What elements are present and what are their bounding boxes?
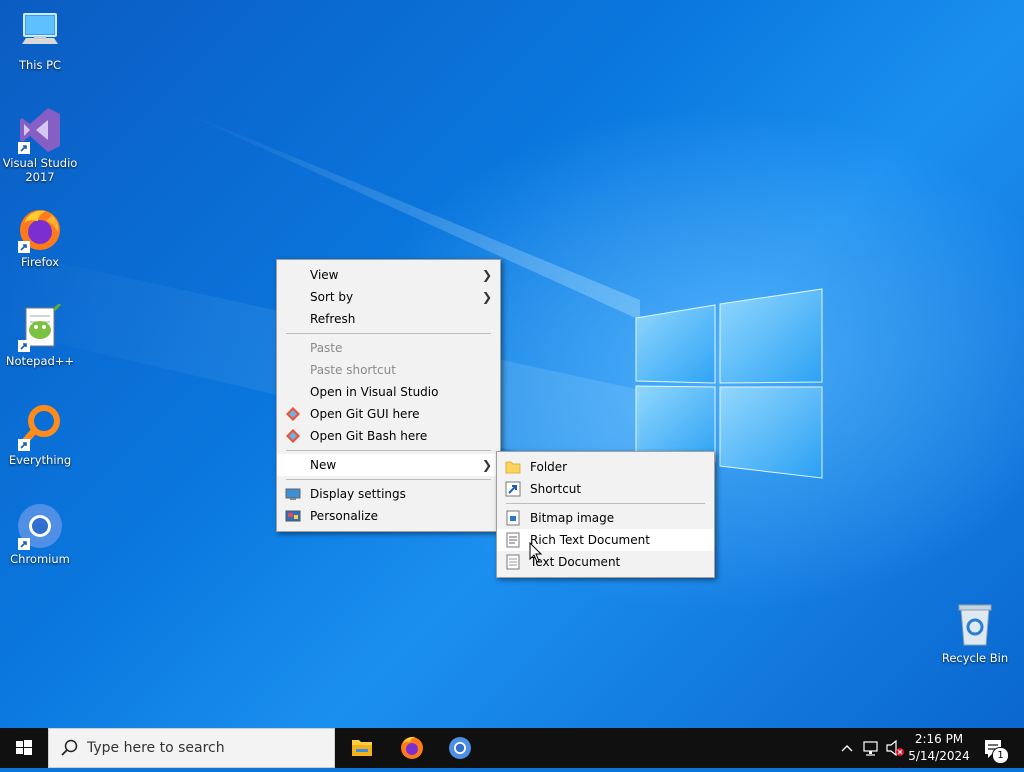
menu-item-label: Refresh (310, 312, 356, 326)
menu-separator (286, 479, 491, 480)
menu-separator (506, 503, 705, 504)
windows-start-icon (16, 740, 32, 755)
menu-item-label: Display settings (310, 487, 406, 501)
clock-date: 5/14/2024 (908, 749, 970, 763)
bitmap-icon (506, 510, 520, 526)
folder-icon (505, 461, 521, 474)
chromium-icon (449, 737, 471, 759)
desktop-icon-label: Recycle Bin (941, 651, 1009, 665)
menu-item-display-settings[interactable]: Display settings (277, 483, 500, 505)
display-icon (285, 488, 301, 500)
notification-count-badge: 1 (992, 747, 1009, 764)
menu-item-view[interactable]: View ❯ (277, 264, 500, 286)
volume-button[interactable] (884, 728, 906, 768)
recycle-bin-icon (951, 601, 999, 649)
menu-item-label: Open Git GUI here (310, 407, 420, 421)
visual-studio-icon (16, 106, 64, 154)
menu-item-label: Open in Visual Studio (310, 385, 439, 399)
desktop-icon-firefox[interactable]: Firefox (0, 205, 80, 269)
menu-item-label: Paste shortcut (310, 363, 396, 377)
volume-muted-icon (886, 739, 904, 757)
desktop-icon-label: Everything (8, 453, 72, 467)
search-icon (61, 739, 78, 756)
menu-item-open-git-gui[interactable]: Open Git GUI here (277, 403, 500, 425)
shortcut-arrow-icon (18, 538, 30, 550)
desktop-icon-notepad-plus-plus[interactable]: Notepad++ (0, 302, 80, 368)
taskbar-chromium[interactable] (438, 728, 482, 768)
submenu-item-bitmap-image[interactable]: Bitmap image (497, 507, 714, 529)
taskbar-firefox[interactable] (390, 728, 434, 768)
desktop-icon-label: Notepad++ (5, 354, 75, 368)
menu-item-label: Personalize (310, 509, 379, 523)
git-icon (286, 407, 300, 421)
file-explorer-icon (352, 740, 372, 756)
menu-item-label: Shortcut (530, 482, 582, 496)
menu-item-personalize[interactable]: Personalize (277, 505, 500, 527)
desktop-icon-visual-studio[interactable]: Visual Studio 2017 (0, 106, 80, 184)
shortcut-icon (505, 481, 521, 497)
menu-item-paste[interactable]: Paste (277, 337, 500, 359)
computer-icon (16, 8, 64, 56)
menu-item-label: View (310, 268, 339, 282)
notepad-plus-plus-icon (16, 302, 64, 352)
taskbar: 2:16 PM 5/14/2024 1 (0, 728, 1024, 768)
everything-search-icon (16, 403, 64, 451)
menu-separator (286, 333, 491, 334)
rich-text-document-icon (506, 532, 520, 548)
desktop-context-menu: View ❯ Sort by ❯ Refresh Paste Paste sho… (276, 259, 501, 532)
menu-item-label: Text Document (530, 555, 621, 569)
desktop-icon-this-pc[interactable]: This PC (0, 8, 80, 72)
desktop-wallpaper[interactable] (0, 0, 1024, 728)
menu-item-open-git-bash[interactable]: Open Git Bash here (277, 425, 500, 447)
desktop-icon-chromium[interactable]: Chromium (0, 502, 80, 566)
taskbar-clock[interactable]: 2:16 PM 5/14/2024 (905, 731, 973, 765)
clock-time: 2:16 PM (914, 732, 964, 746)
menu-item-label: Paste (310, 341, 343, 355)
menu-item-new[interactable]: New ❯ (277, 454, 500, 476)
menu-item-label: Bitmap image (530, 511, 615, 525)
menu-item-refresh[interactable]: Refresh (277, 308, 500, 330)
network-status-button[interactable] (860, 728, 882, 768)
submenu-item-shortcut[interactable]: Shortcut (497, 478, 714, 500)
personalize-icon (285, 510, 301, 522)
shortcut-arrow-icon (18, 340, 30, 352)
menu-item-paste-shortcut[interactable]: Paste shortcut (277, 359, 500, 381)
desktop-icon-label: Visual Studio 2017 (2, 156, 78, 184)
chevron-up-icon (841, 745, 853, 752)
menu-item-label: Rich Text Document (530, 533, 650, 547)
show-hidden-icons-button[interactable] (838, 728, 856, 768)
submenu-item-folder[interactable]: Folder (497, 456, 714, 478)
action-center-button[interactable]: 1 (980, 728, 1009, 768)
chevron-right-icon: ❯ (481, 458, 492, 472)
desktop-icon-everything[interactable]: Everything (0, 403, 80, 467)
desktop-icon-label: This PC (18, 58, 62, 72)
desktop-icon-label: Chromium (10, 552, 70, 566)
menu-item-label: Sort by (310, 290, 354, 304)
chevron-right-icon: ❯ (481, 290, 492, 304)
menu-item-label: Folder (530, 460, 568, 474)
chromium-icon (16, 502, 64, 550)
shortcut-arrow-icon (18, 439, 30, 451)
taskbar-file-explorer[interactable] (340, 728, 384, 768)
taskbar-search-box[interactable] (48, 728, 335, 768)
shortcut-arrow-icon (18, 142, 30, 154)
desktop-icon-recycle-bin[interactable]: Recycle Bin (935, 601, 1015, 665)
menu-item-label: New (310, 458, 337, 472)
menu-item-open-in-visual-studio[interactable]: Open in Visual Studio (277, 381, 500, 403)
start-button[interactable] (0, 728, 48, 768)
desktop-icon-label: Firefox (20, 255, 60, 269)
firefox-icon (401, 736, 423, 759)
windows-logo-wallpaper (0, 110, 823, 480)
firefox-icon (16, 205, 64, 253)
menu-separator (286, 450, 491, 451)
menu-item-sort-by[interactable]: Sort by ❯ (277, 286, 500, 308)
search-input[interactable] (87, 738, 327, 758)
menu-item-label: Open Git Bash here (310, 429, 428, 443)
chevron-right-icon: ❯ (481, 268, 492, 282)
git-icon (286, 429, 300, 443)
network-icon (863, 741, 878, 756)
text-document-icon (506, 554, 520, 570)
mouse-cursor-icon (529, 542, 543, 563)
shortcut-arrow-icon (18, 241, 30, 253)
